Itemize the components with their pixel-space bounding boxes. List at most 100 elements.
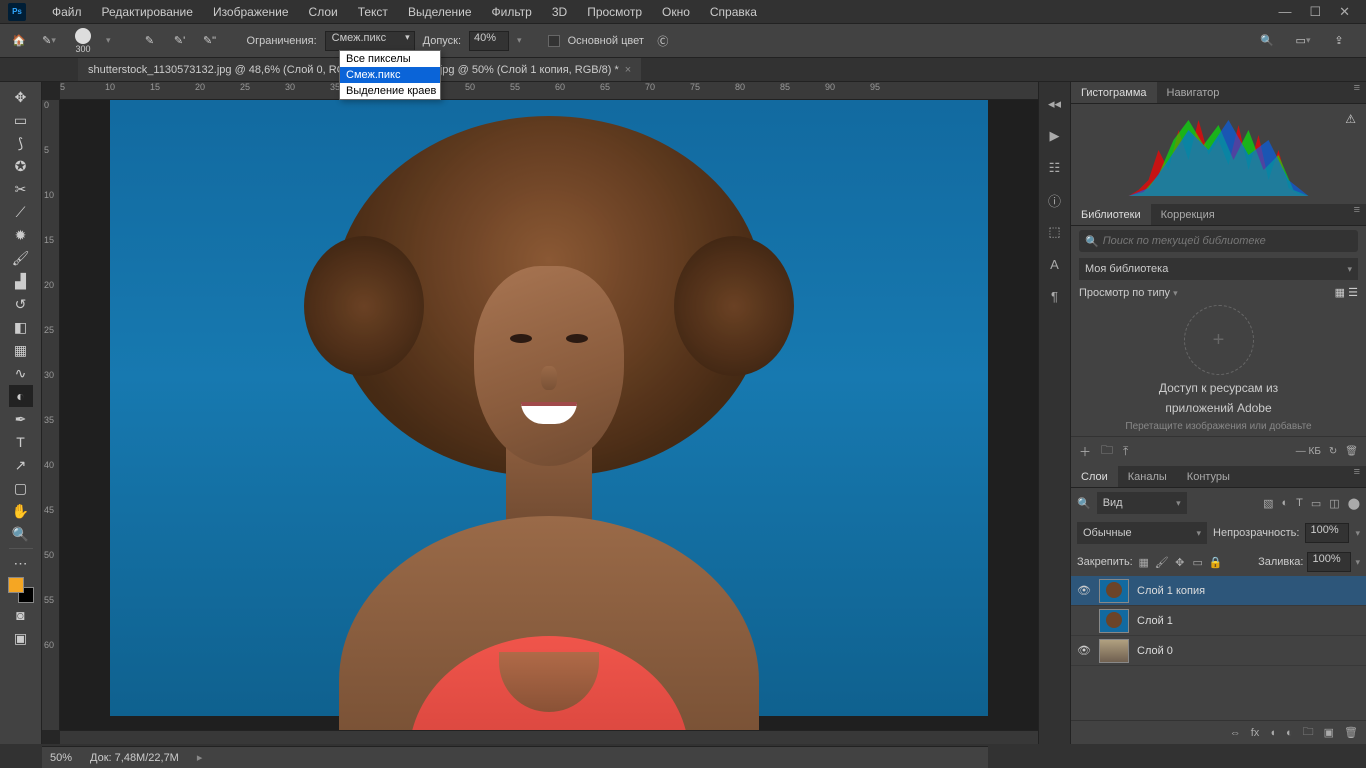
view-by-label[interactable]: Просмотр по типу ▾ (1079, 287, 1178, 299)
mask-icon[interactable]: ◖ (1269, 727, 1276, 739)
filter-type-icon[interactable]: T (1296, 497, 1303, 510)
panel-menu-icon[interactable]: ≡ (1348, 466, 1366, 487)
chevron-right-icon[interactable]: ▸ (197, 751, 203, 764)
tab-adjustments[interactable]: Коррекция (1151, 204, 1225, 225)
menu-window[interactable]: Окно (652, 5, 700, 19)
tab-navigator[interactable]: Навигатор (1157, 82, 1230, 103)
sampling-swatch-icon[interactable]: ✎" (199, 30, 221, 52)
window-close-icon[interactable]: ✕ (1339, 4, 1350, 20)
layer-thumbnail[interactable] (1099, 579, 1129, 603)
zoom-tool[interactable]: 🔍 (9, 523, 33, 545)
menu-help[interactable]: Справка (700, 5, 767, 19)
screenmode-tool[interactable]: ▣ (9, 627, 33, 649)
dropdown-item-contiguous[interactable]: Смеж.пикс (340, 67, 440, 83)
dropdown-item-all[interactable]: Все пикселы (340, 51, 440, 67)
grid-view-icon[interactable]: ▦ (1335, 287, 1345, 299)
pressure-icon[interactable]: Ⓒ (652, 30, 674, 52)
eyedropper-tool[interactable]: ⟋ (9, 201, 33, 223)
layer-item[interactable]: 👁 Слой 1 копия (1071, 576, 1366, 606)
tab-paths[interactable]: Контуры (1177, 466, 1240, 487)
type-tool[interactable]: T (9, 431, 33, 453)
panel-menu-icon[interactable]: ≡ (1348, 82, 1366, 103)
lock-pixels-icon[interactable]: 🖌 (1155, 555, 1169, 569)
library-drop-zone[interactable]: + Доступ к ресурсам из приложений Adobe … (1079, 305, 1358, 432)
gradient-tool[interactable]: ▦ (9, 339, 33, 361)
properties-icon[interactable]: ⬚ (1045, 222, 1065, 242)
tool-preset-icon[interactable]: ✎▾ (38, 30, 60, 52)
filter-toggle-icon[interactable]: ⬤ (1348, 497, 1360, 510)
canvas[interactable] (60, 100, 1038, 730)
layer-thumbnail[interactable] (1099, 639, 1129, 663)
tab-histogram[interactable]: Гистограмма (1071, 82, 1157, 103)
home-icon[interactable]: 🏠 (8, 30, 30, 52)
blend-mode-select[interactable]: Обычные▾ (1077, 522, 1207, 544)
blur-tool[interactable]: ∿ (9, 362, 33, 384)
link-icon[interactable]: ⇔ (1230, 727, 1241, 739)
basecolor-checkbox[interactable] (548, 35, 560, 47)
window-maximize-icon[interactable]: ☐ (1309, 4, 1321, 20)
add-icon[interactable]: ＋ (1079, 443, 1091, 460)
sampling-once-icon[interactable]: ✎' (169, 30, 191, 52)
marquee-tool[interactable]: ▭ (9, 109, 33, 131)
opacity-input[interactable]: 100% (1305, 523, 1349, 543)
document-tab[interactable]: shutterstock_1130573132.jpg @ 48,6% (Сло… (78, 58, 372, 81)
limits-select[interactable]: Смеж.пикс (325, 31, 415, 51)
rectangle-tool[interactable]: ▢ (9, 477, 33, 499)
crop-tool[interactable]: ✂ (9, 178, 33, 200)
menu-text[interactable]: Текст (348, 5, 398, 19)
tab-layers[interactable]: Слои (1071, 466, 1118, 487)
layer-item[interactable]: Слой 1 (1071, 606, 1366, 636)
chevron-down-icon[interactable]: ▾ (517, 35, 522, 46)
workspace-icon[interactable]: ▭▾ (1292, 30, 1314, 52)
fill-input[interactable]: 100% (1307, 552, 1351, 572)
horizontal-scrollbar[interactable] (60, 730, 1038, 744)
quick-select-tool[interactable]: ✪ (9, 155, 33, 177)
menu-select[interactable]: Выделение (398, 5, 482, 19)
layer-item[interactable]: 👁 Слой 0 (1071, 636, 1366, 666)
lock-artboard-icon[interactable]: ▭ (1191, 555, 1205, 569)
layer-name[interactable]: Слой 1 копия (1137, 585, 1205, 597)
chevron-down-icon[interactable]: ▾ (106, 35, 111, 46)
library-search-input[interactable]: 🔍Поиск по текущей библиотеке (1079, 230, 1358, 252)
path-tool[interactable]: ↗ (9, 454, 33, 476)
fg-color-swatch[interactable] (8, 577, 24, 593)
color-swatches[interactable] (8, 577, 34, 603)
adjustment-layer-icon[interactable]: ◐ (1286, 727, 1293, 739)
dropdown-item-edges[interactable]: Выделение краев (340, 83, 440, 99)
trash-icon[interactable]: 🗑 (1345, 446, 1358, 457)
filter-shape-icon[interactable]: ▭ (1311, 497, 1321, 510)
dodge-tool[interactable]: ◐ (9, 385, 33, 407)
pen-tool[interactable]: ✒ (9, 408, 33, 430)
share-icon[interactable]: ⇪ (1328, 30, 1350, 52)
layer-name[interactable]: Слой 0 (1137, 645, 1173, 657)
library-select[interactable]: Моя библиотека▾ (1079, 258, 1358, 280)
layer-filter-select[interactable]: Вид▾ (1097, 492, 1187, 514)
search-icon[interactable]: 🔍 (1256, 30, 1278, 52)
edit-toolbar-icon[interactable]: ⋯ (9, 552, 33, 574)
filter-adjust-icon[interactable]: ◐ (1281, 497, 1288, 510)
info-icon[interactable]: ⓘ (1045, 190, 1065, 210)
menu-layers[interactable]: Слои (299, 5, 348, 19)
lasso-tool[interactable]: ⟆ (9, 132, 33, 154)
hand-tool[interactable]: ✋ (9, 500, 33, 522)
layer-name[interactable]: Слой 1 (1137, 615, 1173, 627)
menu-file[interactable]: Файл (42, 5, 92, 19)
close-icon[interactable]: × (625, 64, 631, 76)
new-layer-icon[interactable]: ▣ (1324, 726, 1334, 739)
menu-view[interactable]: Просмотр (577, 5, 652, 19)
history-brush-tool[interactable]: ↺ (9, 293, 33, 315)
visibility-icon[interactable]: 👁 (1077, 644, 1091, 657)
group-icon[interactable]: 🗀 (1303, 723, 1314, 742)
healing-tool[interactable]: ✹ (9, 224, 33, 246)
menu-filter[interactable]: Фильтр (482, 5, 542, 19)
brush-preview[interactable]: 300 (68, 26, 98, 56)
play-icon[interactable]: ▶ (1045, 126, 1065, 146)
window-minimize-icon[interactable]: — (1278, 4, 1291, 20)
lock-all-icon[interactable]: 🔒 (1209, 555, 1223, 569)
stamp-tool[interactable]: ▟ (9, 270, 33, 292)
sync-icon[interactable]: ↻ (1329, 446, 1337, 457)
visibility-icon[interactable]: 👁 (1077, 584, 1091, 597)
fx-icon[interactable]: fx (1251, 727, 1260, 739)
lock-position-icon[interactable]: ✥ (1173, 555, 1187, 569)
chevron-left-icon[interactable]: ◂◂ (1045, 94, 1065, 114)
